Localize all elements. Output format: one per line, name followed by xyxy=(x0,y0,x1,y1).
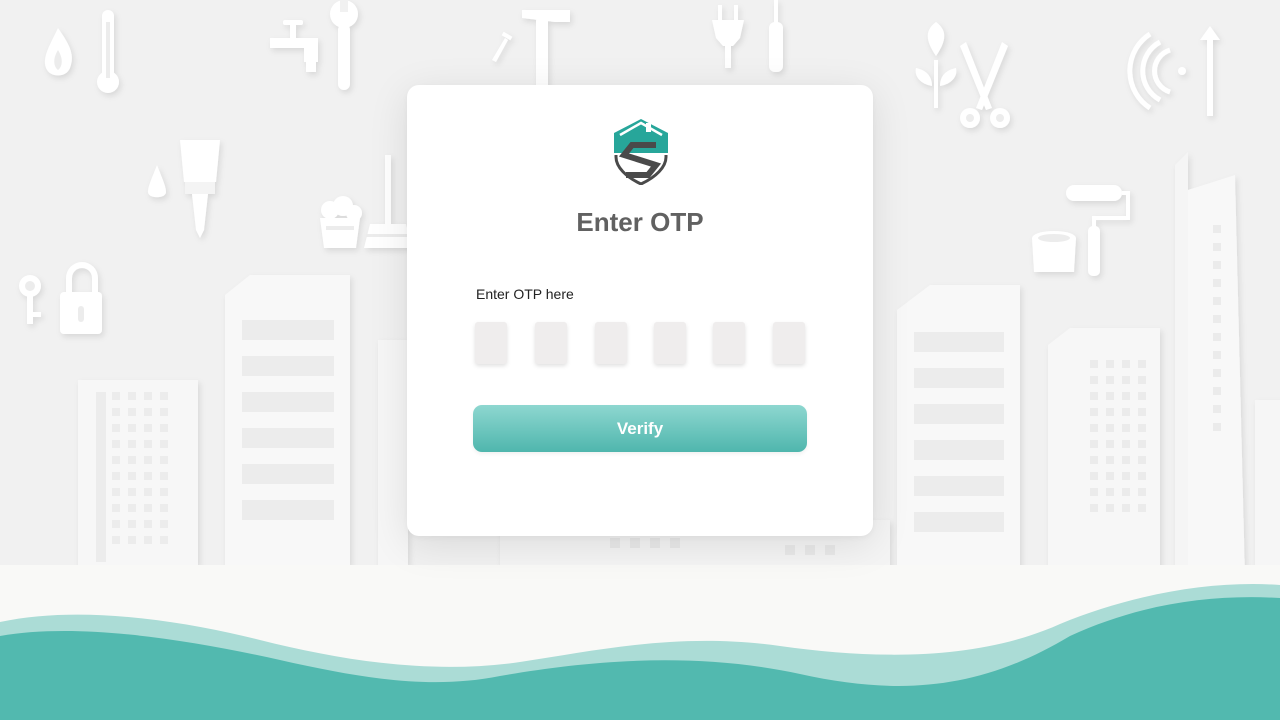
fire-icon xyxy=(44,28,72,76)
plant-icon xyxy=(915,22,957,108)
paint-can-icon xyxy=(1032,231,1076,272)
antenna-icon xyxy=(1200,26,1220,116)
nail-icon xyxy=(492,31,513,62)
scissors-icon xyxy=(960,42,1010,128)
water-drop-icon xyxy=(148,165,166,198)
otp-digit-3-input[interactable] xyxy=(595,322,627,364)
screwdriver-icon xyxy=(769,0,783,72)
paint-roller-icon xyxy=(1066,185,1130,276)
wifi-icon xyxy=(1127,31,1186,111)
wrench-icon xyxy=(330,0,358,90)
otp-digit-6-input[interactable] xyxy=(773,322,805,364)
broom-icon xyxy=(364,155,412,248)
otp-digit-1-input[interactable] xyxy=(475,322,507,364)
verify-button[interactable]: Verify xyxy=(473,405,807,452)
faucet-icon xyxy=(270,20,318,72)
hammer-icon xyxy=(522,10,570,88)
otp-digit-5-input[interactable] xyxy=(713,322,745,364)
otp-input-group xyxy=(475,322,809,366)
bucket-icon xyxy=(320,196,362,248)
paintbrush-icon xyxy=(180,140,220,238)
otp-card: Enter OTP Enter OTP here Verify xyxy=(407,85,873,536)
otp-digit-2-input[interactable] xyxy=(535,322,567,364)
plug-icon xyxy=(712,5,744,68)
thermometer-icon xyxy=(97,10,119,93)
otp-field-label: Enter OTP here xyxy=(476,286,574,302)
otp-digit-4-input[interactable] xyxy=(654,322,686,364)
brand-logo xyxy=(614,119,668,185)
padlock-icon xyxy=(60,262,102,334)
key-icon xyxy=(19,275,41,324)
page-title: Enter OTP xyxy=(576,207,704,237)
